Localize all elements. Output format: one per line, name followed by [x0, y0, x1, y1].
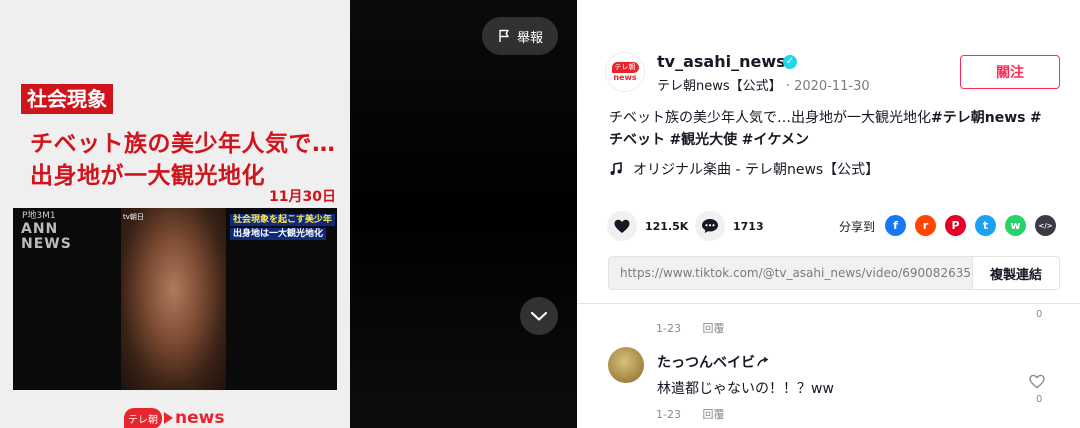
reply-button[interactable]: 回覆 [702, 322, 724, 335]
avatar-badge: テレ朝 [611, 62, 639, 73]
video-info-panel: テレ朝 news tv_asahi_news ✓ テレ朝news【公式】 · 2… [577, 0, 1080, 428]
caption-text: チベット族の美少年人気で…出身地が一大観光地化 [609, 110, 931, 126]
facebook-share-icon[interactable]: f [885, 215, 906, 236]
video-caption: チベット族の美少年人気で…出身地が一大観光地化#テレ朝news # チベット #… [609, 107, 1064, 151]
author-nickname-row: テレ朝news【公式】 · 2020-11-30 [657, 75, 870, 94]
video-link-url[interactable]: https://www.tiktok.com/@tv_asahi_news/vi… [620, 266, 970, 280]
pinterest-share-icon[interactable]: P [945, 215, 966, 236]
news-caption-1: 社会現象を起こす美少年 [230, 214, 335, 226]
play-arrow-icon [164, 412, 173, 424]
tv-asahi-watermark: tv朝日 [123, 213, 144, 221]
video-dark-area [350, 0, 577, 428]
flag-icon [499, 29, 509, 42]
music-link[interactable]: オリジナル楽曲 - テレ朝news【公式】 [609, 159, 879, 179]
tv-asahi-news-logo: テレ朝 news [124, 406, 224, 428]
logo-news-text: news [175, 408, 225, 428]
date-separator: · [781, 79, 795, 94]
video-link-box: https://www.tiktok.com/@tv_asahi_news/vi… [608, 256, 1060, 290]
copy-link-button[interactable]: 複製連結 [972, 257, 1059, 289]
whatsapp-share-icon[interactable]: w [1005, 215, 1026, 236]
music-note-icon [610, 162, 622, 175]
comment-bubble-icon [702, 219, 718, 233]
ann-mark-text: P地3M1 [22, 211, 56, 221]
logo-badge: テレ朝 [124, 407, 162, 428]
section-divider [577, 303, 1080, 304]
author-avatar[interactable]: テレ朝 news [605, 52, 645, 92]
reply-button[interactable]: 回覆 [702, 408, 724, 421]
inner-news-footage: P地3M1 ANN NEWS tv朝日 社会現象を起こす美少年 出身地は一大観光… [13, 208, 337, 390]
hashtag-link[interactable]: #テレ朝news [931, 110, 1025, 126]
comment-meta: 1-23 回覆 [656, 406, 724, 422]
comment-button[interactable] [695, 211, 725, 241]
video-player[interactable]: 社会現象 チベット族の美少年人気で… 出身地が一大観光地化 11月30日 P地3… [0, 0, 577, 428]
comment-count: 1713 [733, 219, 764, 233]
verified-badge-icon: ✓ [783, 55, 797, 69]
post-date: 2020-11-30 [794, 79, 870, 94]
comment-date: 1-23 [656, 408, 681, 421]
heart-outline-icon [1029, 374, 1045, 389]
hashtag-link[interactable]: チベット [609, 132, 665, 148]
video-title-line-1: チベット族の美少年人気で… [30, 131, 336, 157]
follow-button[interactable]: 關注 [960, 55, 1060, 89]
hashtag-link[interactable]: #観光大使 [669, 132, 737, 148]
author-username[interactable]: tv_asahi_news [657, 52, 786, 71]
avatar-news-text: news [613, 73, 637, 82]
ann-news-logo: ANN NEWS [21, 221, 72, 252]
video-title-line-2: 出身地が一大観光地化 [30, 163, 265, 189]
curved-arrow-icon [757, 356, 769, 367]
reddit-share-icon[interactable]: r [915, 215, 936, 236]
comment-meta: 1-23 回覆 [656, 320, 724, 336]
next-video-button[interactable] [520, 297, 558, 335]
comment-date: 1-23 [656, 322, 681, 335]
commenter-name-text: たっつんベイビ [657, 355, 755, 371]
like-count: 121.5K [645, 219, 689, 233]
comment-like-button[interactable] [1029, 374, 1045, 393]
report-label: 舉報 [516, 30, 543, 46]
author-nickname[interactable]: テレ朝news【公式】 [657, 79, 782, 94]
video-date-label: 11月30日 [269, 189, 336, 205]
comment-stat: 1713 [695, 211, 764, 241]
commenter-avatar[interactable] [608, 347, 644, 383]
hashtag-link[interactable]: # [1030, 110, 1042, 126]
heart-icon [614, 219, 630, 233]
like-button[interactable] [607, 211, 637, 241]
share-label: 分享到 [839, 220, 876, 234]
comment-text: 林遣都じゃないの！！？ww [657, 381, 834, 397]
comment-like-count: 0 [1036, 394, 1043, 405]
boy-portrait-image [121, 208, 226, 390]
embed-share-icon[interactable]: </> [1035, 215, 1056, 236]
chevron-down-icon [530, 311, 548, 321]
music-label: オリジナル楽曲 - テレ朝news【公式】 [633, 162, 880, 178]
report-button[interactable]: 舉報 [482, 17, 558, 55]
video-category-label: 社会現象 [21, 84, 113, 114]
like-stat: 121.5K [607, 211, 688, 241]
twitter-share-icon[interactable]: t [975, 215, 996, 236]
commenter-name[interactable]: たっつんベイビ [657, 352, 769, 372]
hashtag-link[interactable]: #イケメン [742, 132, 809, 148]
video-frame: 社会現象 チベット族の美少年人気で… 出身地が一大観光地化 11月30日 P地3… [0, 0, 350, 428]
comment-like-count: 0 [1036, 309, 1043, 320]
news-caption-2: 出身地は一大観光地化 [230, 228, 327, 240]
